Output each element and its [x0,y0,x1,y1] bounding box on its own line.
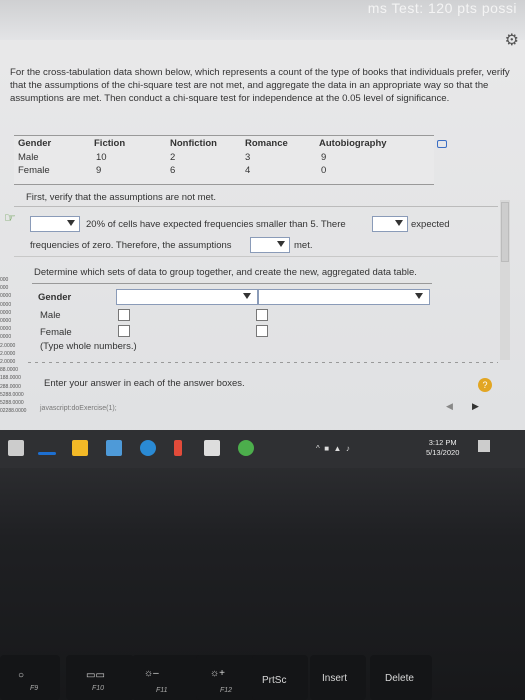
header-fiction: Fiction [94,138,126,149]
sidebar-value: 2.0000 [0,359,16,366]
table-cell: 3 [245,152,251,163]
prtsc-label: PrtSc [262,675,287,686]
row-label-female: Female [18,165,50,176]
male-input-1[interactable] [118,309,130,321]
brightness-up-icon: ☼+ [210,668,226,679]
agg-row-female: Female [40,327,72,338]
divider [14,206,498,207]
brightness-down-icon: ☼– [144,668,159,679]
chrome-icon[interactable] [238,440,254,456]
edge-icon[interactable] [140,440,156,456]
netflix-icon[interactable] [174,440,182,456]
delete-label: Delete [385,673,414,684]
zero-count-dropdown[interactable] [372,216,408,232]
file-explorer-icon[interactable] [72,440,88,456]
clock-time: 3:12 PM [428,438,457,447]
divider [28,362,498,363]
category-dropdown-1[interactable] [116,289,258,305]
table-cell: 0 [321,165,327,176]
sidebar-value: 5288.0000 [0,400,24,407]
question-text: For the cross-tabulation data shown belo… [10,67,510,104]
sidebar-value: 0000 [0,334,12,341]
step2-intro: Determine which sets of data to group to… [34,267,417,278]
f10-label: F10 [92,685,105,692]
gear-icon[interactable]: ⚙ [505,30,519,50]
copy-table-icon[interactable] [437,140,447,148]
header-romance: Romance [245,138,288,149]
step1-text-d: met. [294,240,313,251]
divider [14,256,498,257]
table-cell: 9 [321,152,327,163]
sidebar-value: 2.0000 [0,342,16,349]
step1-text-c: frequencies of zero. Therefore, the assu… [30,240,232,251]
taskview-icon[interactable] [38,452,56,455]
sidebar-value: 288.0000 [0,383,21,390]
system-tray[interactable]: ^ ■ ▲ ♪ [316,444,350,453]
browser-top-bar: ms Test: 120 pts possi [0,0,525,40]
taskbar-clock[interactable]: 3:12 PM 5/13/2020 [426,438,459,458]
sidebar-value: 0000 [0,293,12,300]
table-cell: 2 [170,152,176,163]
header-nonfiction: Nonfiction [170,138,217,149]
sidebar-value: 2.0000 [0,350,16,357]
calculator-icon[interactable] [204,440,220,456]
f9-key[interactable] [0,655,60,700]
table-cell: 4 [245,165,251,176]
laptop-screen: ms Test: 120 pts possi ⚙ 000 000 0000 0000 0… [0,0,525,468]
notification-icon[interactable] [478,440,490,452]
prev-arrow-icon[interactable]: ◀ [446,401,453,412]
sidebar-value: 02288.0000 [0,408,27,415]
next-arrow-icon[interactable]: ▶ [472,401,479,412]
scrollbar-thumb[interactable] [501,202,509,262]
header-autobiography: Autobiography [319,138,387,149]
sidebar-value: 000 [0,285,9,292]
window-title: ms Test: 120 pts possi [367,0,517,16]
sidebar-value-list: 000 000 0000 0000 0000 0000 0000 0000 2.0000 2.00… [0,276,30,415]
header-gender: Gender [18,138,52,149]
table-cell: 10 [96,152,107,163]
agg-header-gender: Gender [38,292,72,303]
row-label-male: Male [18,152,39,163]
hand-pointer-icon: ☞ [4,210,16,225]
sidebar-value: 0000 [0,301,12,308]
display-icon: ▭▭ [86,670,105,681]
table-row: Male 10 2 3 9 [14,152,434,166]
male-input-2[interactable] [256,309,268,321]
female-input-2[interactable] [256,325,268,337]
sidebar-value: 188.0000 [0,375,21,382]
female-input-1[interactable] [118,325,130,337]
sidebar-value: 5288.0000 [0,391,24,398]
status-bar-text: javascript:doExercise(1); [40,405,117,412]
insert-label: Insert [322,673,348,684]
assumptions-dropdown[interactable] [250,237,290,253]
step1-text-b: expected [411,219,450,230]
sidebar-value: 000 [0,277,9,283]
sidebar-value: 0000 [0,318,12,325]
step1-intro: First, verify that the assumptions are n… [26,192,217,203]
step1-text-a: 20% of cells have expected frequencies s… [86,219,346,230]
sidebar-value: 0000 [0,326,12,333]
agg-row-male: Male [40,310,61,321]
start-icon[interactable] [8,440,24,456]
sidebar-value: 0000 [0,309,12,316]
whole-numbers-note: (Type whole numbers.) [40,341,137,352]
enter-answer-text: Enter your answer in each of the answer … [44,378,245,389]
cross-tab-table: Gender Fiction Nonfiction Romance Autobi… [14,135,434,185]
table-cell: 9 [96,165,102,176]
sidebar-value: 88.0000 [0,367,19,374]
clock-date: 5/13/2020 [426,448,460,457]
help-button[interactable]: ? [478,378,492,392]
table-row: Female 9 6 4 0 [14,165,434,179]
category-dropdown-2[interactable] [258,289,430,305]
store-icon[interactable] [106,440,122,456]
f9-label: F9 [30,685,39,692]
f11-label: F11 [156,687,168,694]
table-cell: 6 [170,165,176,176]
f12-label: F12 [220,687,233,694]
lock-icon: ○ [18,670,25,681]
percent-dropdown[interactable] [30,216,80,232]
table-header-row: Gender Fiction Nonfiction Romance Autobi… [14,138,434,152]
